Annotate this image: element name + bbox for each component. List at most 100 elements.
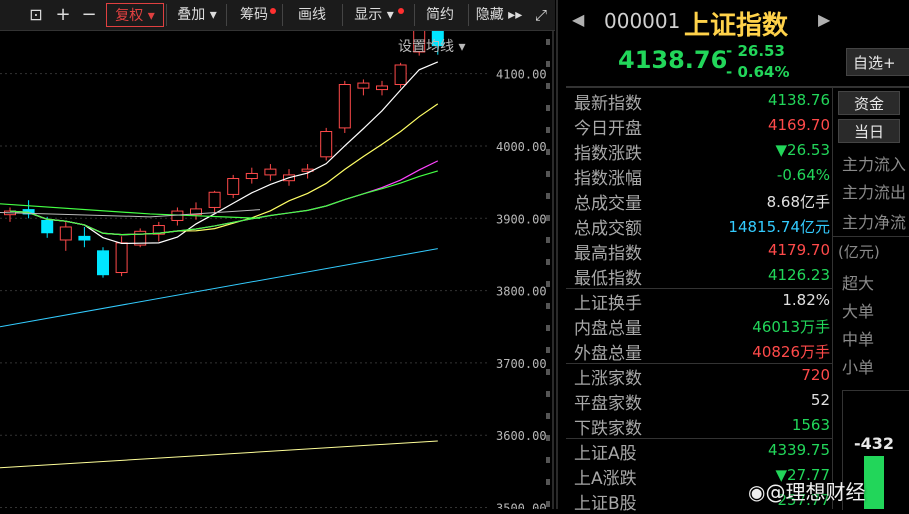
y-tick-label: 4100.00 <box>496 68 547 82</box>
quote-row-value: 1.82% <box>782 291 830 309</box>
main-outflow-label: 主力流出 <box>842 183 907 202</box>
diejia-dropdown[interactable]: 叠加 ▾ <box>170 3 224 27</box>
candle-body <box>59 226 72 241</box>
ma30-line <box>9 170 438 236</box>
next-arrow-icon[interactable]: ▶ <box>818 10 830 29</box>
fuquan-dropdown[interactable]: 复权 ▾ <box>106 3 164 27</box>
yincang-button[interactable]: 隐藏 ▸▸ <box>472 3 526 27</box>
candle-body <box>245 172 258 180</box>
quote-row-label: 上A涨跌 <box>574 469 637 489</box>
quote-row-label: 最高指数 <box>574 244 642 264</box>
scroll-tick <box>546 435 550 441</box>
candle-body <box>97 250 109 276</box>
scroll-tick <box>546 237 550 243</box>
scroll-tick <box>546 61 550 67</box>
panel-divider[interactable] <box>556 0 558 509</box>
scroll-tick <box>546 303 550 309</box>
quote-row-value: -0.64% <box>776 166 830 184</box>
quote-row-value: 46013万手 <box>752 318 830 336</box>
candle-body <box>357 82 370 89</box>
kline-svg[interactable]: 4100.00 4000.00 3900.00 3800.00 3700.00 3600.… <box>0 9 555 514</box>
scroll-tick <box>546 479 550 485</box>
size-label: 大单 <box>842 302 875 321</box>
scroll-tick <box>546 413 550 419</box>
chart-toolbar: ⊡ + − 复权 ▾ 叠加 ▾ 筹码 画线 显示 ▾ 简约 隐藏 ▸▸ ⤢ <box>0 0 555 31</box>
quote-row-label: 下跌家数 <box>574 419 642 439</box>
ma5-line <box>9 61 439 245</box>
candle-body <box>227 178 240 195</box>
flow-bar <box>864 456 884 509</box>
quote-row-label: 外盘总量 <box>574 344 642 364</box>
zoom-in-icon[interactable]: + <box>52 3 74 27</box>
price-change-pct: - 0.64% <box>726 63 790 81</box>
chouma-button[interactable]: 筹码 <box>230 3 278 27</box>
ma-settings-label: 设置均线 <box>398 39 454 55</box>
quote-row-label: 指数涨跌 <box>574 144 642 164</box>
quote-row-value: 720 <box>801 366 830 384</box>
scroll-tick <box>546 171 550 177</box>
quote-row-value: 4339.75 <box>767 441 830 459</box>
jianyue-button[interactable]: 简约 <box>418 3 462 27</box>
y-tick-label: 3800.00 <box>496 285 547 299</box>
xianshi-dropdown[interactable]: 显示 ▾ <box>346 3 402 27</box>
quote-row-value: ▼26.53 <box>775 141 830 159</box>
side-separator <box>832 236 909 237</box>
zoom-out-icon[interactable]: − <box>78 3 100 27</box>
quote-row-label: 上涨家数 <box>574 369 642 389</box>
diejia-label: 叠加 <box>177 7 206 23</box>
quote-row-value: 4138.76 <box>767 91 830 109</box>
quote-row-value: 8.68亿手 <box>766 193 830 211</box>
quote-row-value: 40826万手 <box>752 343 830 361</box>
quote-row: 平盘家数 52 <box>566 388 832 414</box>
scroll-tick <box>546 501 550 507</box>
lock-icon[interactable]: ⊡ <box>24 3 48 27</box>
y-tick-label: 4000.00 <box>496 140 547 154</box>
scroll-tick <box>546 281 550 287</box>
scroll-tick <box>546 457 550 463</box>
scroll-tick <box>546 83 550 89</box>
quote-row: 最高指数 4179.70 <box>566 238 832 264</box>
quote-row: 上证换手 1.82% <box>566 288 832 314</box>
quote-row-label: 总成交量 <box>574 194 642 214</box>
ma250-line <box>0 440 438 469</box>
tab-zijin[interactable]: 资金 <box>838 91 900 115</box>
quote-row: 今日开盘 4169.70 <box>566 113 832 139</box>
quote-row: 上证A股 4339.75 <box>566 438 832 464</box>
size-label: 小单 <box>842 358 875 377</box>
quote-table: 最新指数 4138.76 今日开盘 4169.70 指数涨跌 ▼26.53 指数涨幅 -0.6… <box>566 88 832 514</box>
quote-row: 指数涨跌 ▼26.53 <box>566 138 832 164</box>
kline-chart[interactable]: 4100.00 4000.00 3900.00 3800.00 3700.00 3600.… <box>0 9 555 514</box>
scroll-tick <box>546 215 550 221</box>
quote-row: 外盘总量 40826万手 <box>566 338 832 364</box>
ma-settings-button[interactable]: 设置均线 ▾ <box>398 36 465 56</box>
quote-row-value: 14815.74亿元 <box>728 218 830 236</box>
scroll-tick <box>546 325 550 331</box>
scroll-tick <box>546 391 550 397</box>
scroll-tick <box>546 369 550 375</box>
quote-row-label: 上证A股 <box>574 444 637 464</box>
stock-name: 上证指数 <box>684 11 789 41</box>
scroll-tick <box>546 39 550 45</box>
column-divider <box>832 86 833 509</box>
fullscreen-icon[interactable]: ⤢ <box>530 3 552 27</box>
add-watchlist-button[interactable]: 自选+ <box>846 48 909 76</box>
tab-dangri[interactable]: 当日 <box>838 119 900 143</box>
size-label: 超大 <box>842 274 875 293</box>
quote-row: 最低指数 4126.23 <box>566 263 832 289</box>
ma60-line <box>0 248 438 328</box>
main-net-label: 主力净流 <box>842 213 907 232</box>
scroll-tick <box>546 149 550 155</box>
quote-row: 总成交额 14815.74亿元 <box>566 213 832 239</box>
quote-row: 最新指数 4138.76 <box>566 88 832 114</box>
divider <box>166 4 167 26</box>
candle-body <box>115 242 128 274</box>
divider <box>468 4 469 26</box>
huaxian-button[interactable]: 画线 <box>286 3 338 27</box>
quote-panel: ◀ 000001 上证指数 ▶ 4138.76 - 26.53 - 0.64% … <box>566 0 909 514</box>
y-tick-label: 3900.00 <box>496 212 547 226</box>
watermark-text: @理想财经 <box>765 480 866 504</box>
scroll-tick <box>546 127 550 133</box>
quote-row-value: 4169.70 <box>767 116 830 134</box>
quote-row-value: 4126.23 <box>767 266 830 284</box>
prev-arrow-icon[interactable]: ◀ <box>572 10 584 29</box>
